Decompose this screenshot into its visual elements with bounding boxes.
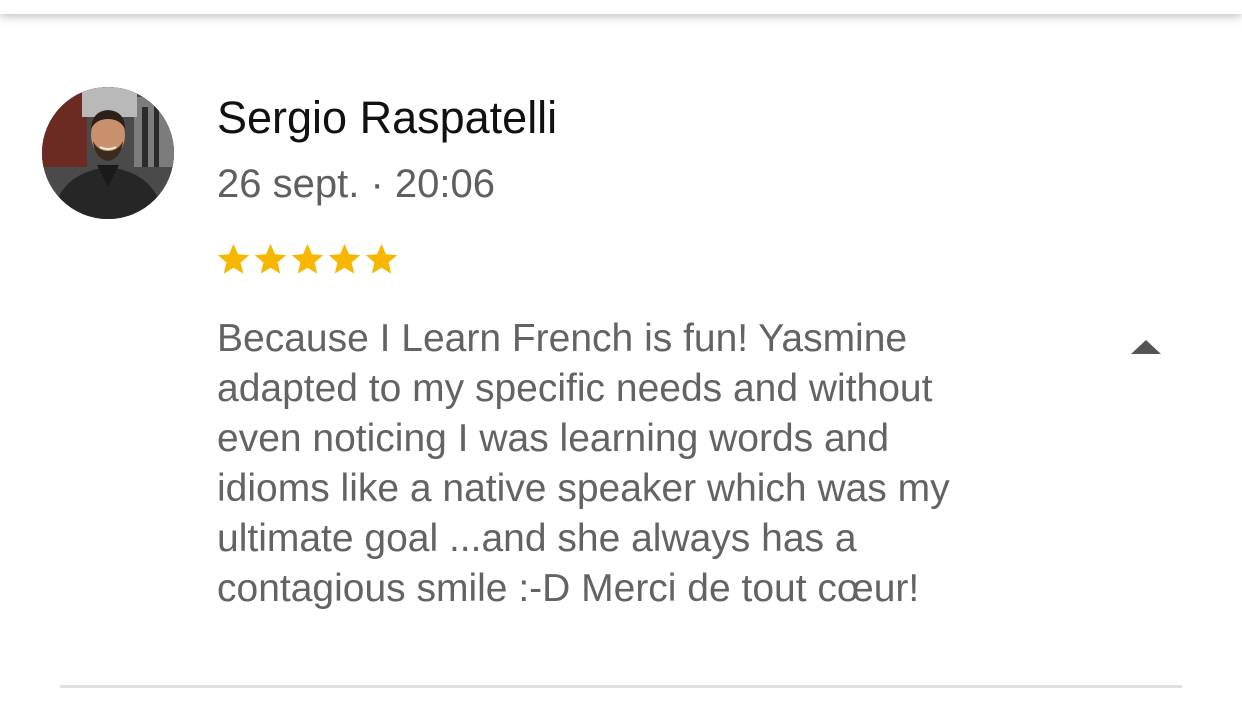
avatar-photo (42, 87, 174, 219)
caret-up-icon (1131, 340, 1161, 354)
star-icon (365, 243, 398, 274)
divider (60, 685, 1182, 688)
review-date: 26 sept. · 20:06 (217, 162, 495, 206)
star-icon (291, 243, 324, 274)
top-bar-shadow (0, 0, 1242, 14)
review-text: Because I Learn French is fun! Yasmine a… (217, 317, 950, 610)
collapse-button[interactable] (1124, 330, 1168, 364)
star-rating (215, 237, 400, 283)
reviewer-name: Sergio Raspatelli (217, 92, 558, 143)
star-icon (328, 243, 361, 274)
avatar[interactable] (42, 87, 174, 219)
star-icon (217, 243, 250, 274)
star-icon (254, 243, 287, 274)
